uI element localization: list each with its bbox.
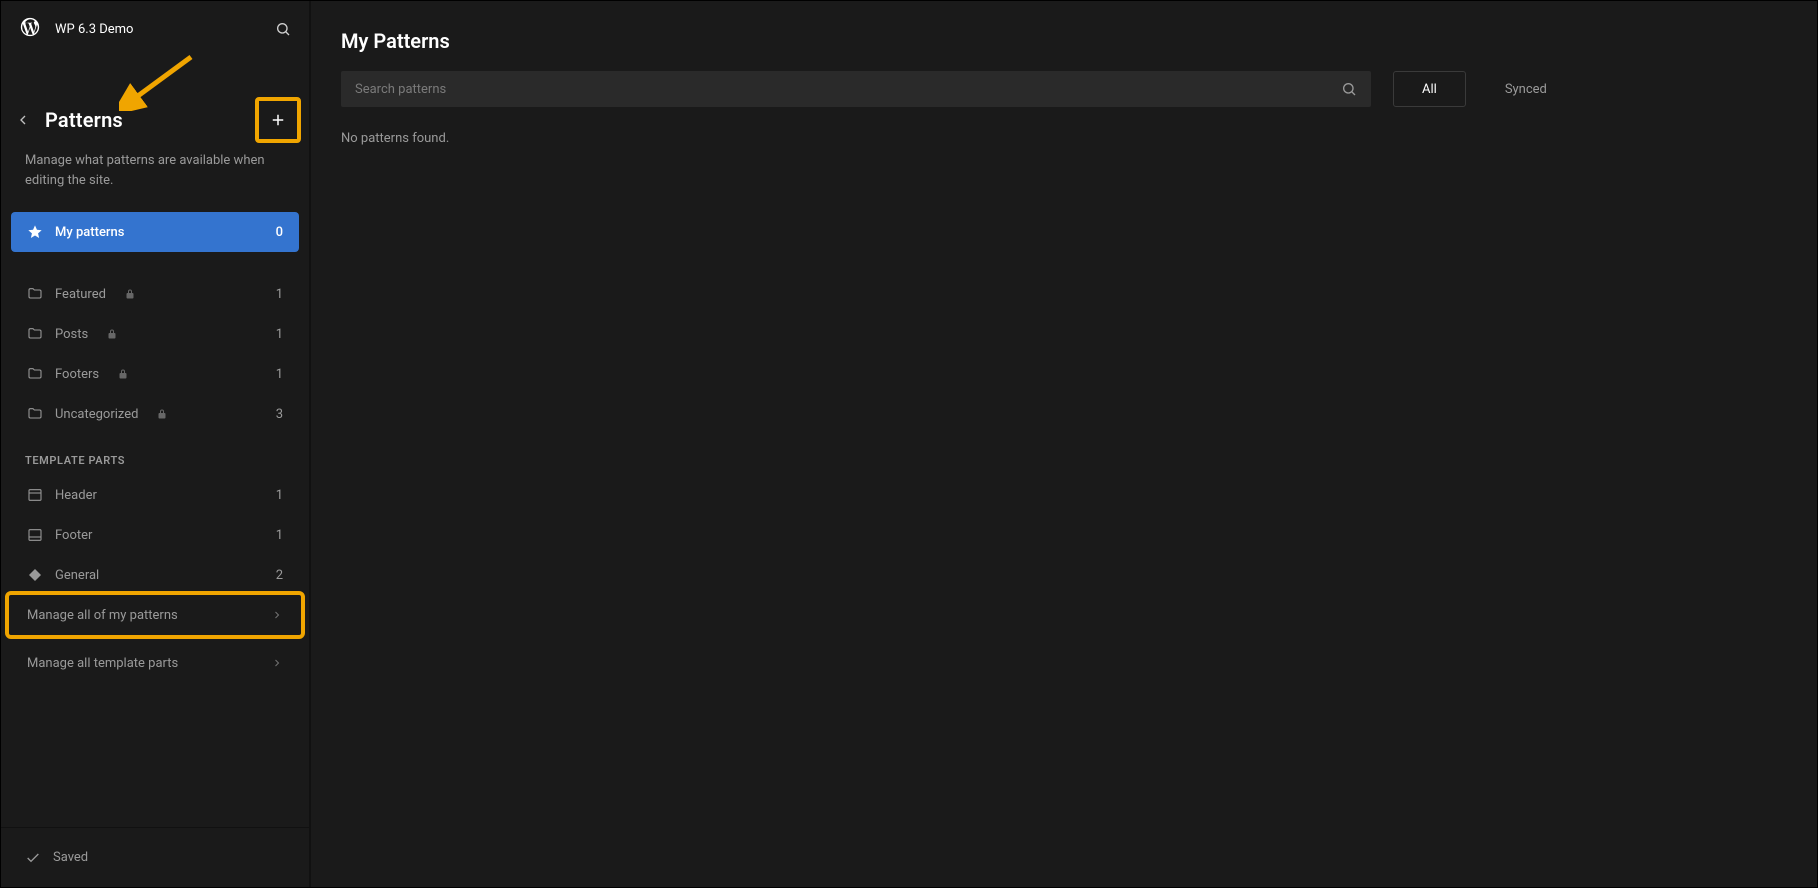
- nav-list-primary: My patterns 0: [1, 212, 309, 252]
- nav-item-count: 1: [276, 528, 283, 543]
- chevron-right-icon: [271, 657, 283, 669]
- star-icon: [27, 224, 43, 240]
- nav-list-categories: Featured 1 Posts 1 Footers 1: [1, 274, 309, 434]
- folder-icon: [27, 406, 43, 422]
- main-content: My Patterns All Synced No patterns found…: [311, 1, 1817, 887]
- nav-item-count: 0: [276, 225, 283, 240]
- sidebar-header: WP 6.3 Demo: [1, 1, 309, 57]
- nav-item-label: Footers: [55, 367, 99, 382]
- nav-item-label: Footer: [55, 528, 92, 543]
- save-status: Saved: [53, 850, 88, 865]
- nav-item-count: 1: [276, 367, 283, 382]
- nav-item-count: 1: [276, 287, 283, 302]
- filter-tab-label: Synced: [1505, 82, 1547, 97]
- nav-item-label: General: [55, 568, 99, 583]
- filter-tab-all[interactable]: All: [1393, 71, 1466, 107]
- lock-icon: [106, 328, 118, 340]
- section-title: Patterns: [45, 108, 123, 132]
- section-description: Manage what patterns are available when …: [1, 145, 309, 190]
- search-input[interactable]: [355, 82, 1341, 97]
- nav-list-template-parts: Header 1 Footer 1 General 2: [1, 475, 309, 595]
- filter-tab-synced[interactable]: Synced: [1476, 71, 1576, 107]
- nav-item-featured[interactable]: Featured 1: [11, 274, 299, 314]
- sidebar-footer: Saved: [1, 827, 309, 887]
- nav-item-label: Header: [55, 488, 97, 503]
- lock-icon: [124, 288, 136, 300]
- pattern-search[interactable]: [341, 71, 1371, 107]
- nav-item-label: Posts: [55, 327, 88, 342]
- section-header: Patterns: [1, 95, 309, 145]
- nav-item-uncategorized[interactable]: Uncategorized 3: [11, 394, 299, 434]
- global-search-button[interactable]: [275, 21, 291, 37]
- nav-item-label: Uncategorized: [55, 407, 138, 422]
- panel-bottom-icon: [27, 527, 43, 543]
- manage-patterns-label: Manage all of my patterns: [27, 608, 178, 623]
- manage-templates-label: Manage all template parts: [27, 656, 178, 671]
- folder-icon: [27, 366, 43, 382]
- nav-item-footers[interactable]: Footers 1: [11, 354, 299, 394]
- empty-state-message: No patterns found.: [311, 107, 1817, 170]
- manage-patterns-link[interactable]: Manage all of my patterns: [5, 591, 305, 639]
- filter-tab-label: All: [1422, 82, 1437, 97]
- sidebar: WP 6.3 Demo Patterns Manage what pattern…: [1, 1, 311, 887]
- nav-item-footer[interactable]: Footer 1: [11, 515, 299, 555]
- diamond-icon: [27, 567, 43, 583]
- nav-item-count: 1: [276, 488, 283, 503]
- folder-icon: [27, 326, 43, 342]
- nav-item-my-patterns[interactable]: My patterns 0: [11, 212, 299, 252]
- panel-top-icon: [27, 487, 43, 503]
- nav-item-count: 2: [276, 568, 283, 583]
- nav-item-posts[interactable]: Posts 1: [11, 314, 299, 354]
- template-parts-heading: TEMPLATE PARTS: [1, 434, 309, 475]
- site-brand[interactable]: WP 6.3 Demo: [19, 16, 133, 42]
- lock-icon: [117, 368, 129, 380]
- back-button[interactable]: [15, 112, 31, 128]
- folder-icon: [27, 286, 43, 302]
- manage-template-parts-link[interactable]: Manage all template parts: [5, 639, 305, 687]
- nav-item-general[interactable]: General 2: [11, 555, 299, 595]
- manage-links: Manage all of my patterns Manage all tem…: [5, 591, 305, 687]
- chevron-right-icon: [271, 609, 283, 621]
- nav-item-label: My patterns: [55, 225, 124, 240]
- app-root: WP 6.3 Demo Patterns Manage what pattern…: [0, 0, 1818, 888]
- check-icon: [25, 850, 41, 866]
- nav-item-header[interactable]: Header 1: [11, 475, 299, 515]
- filter-tabs: All Synced: [1383, 71, 1576, 107]
- nav-item-count: 3: [276, 407, 283, 422]
- toolbar: All Synced: [311, 71, 1817, 107]
- wordpress-logo-icon: [19, 16, 41, 42]
- lock-icon: [156, 408, 168, 420]
- search-icon: [1341, 81, 1357, 97]
- add-pattern-button[interactable]: [255, 97, 301, 143]
- site-title: WP 6.3 Demo: [55, 22, 133, 37]
- nav-item-count: 1: [276, 327, 283, 342]
- page-title: My Patterns: [311, 1, 1817, 71]
- nav-item-label: Featured: [55, 287, 106, 302]
